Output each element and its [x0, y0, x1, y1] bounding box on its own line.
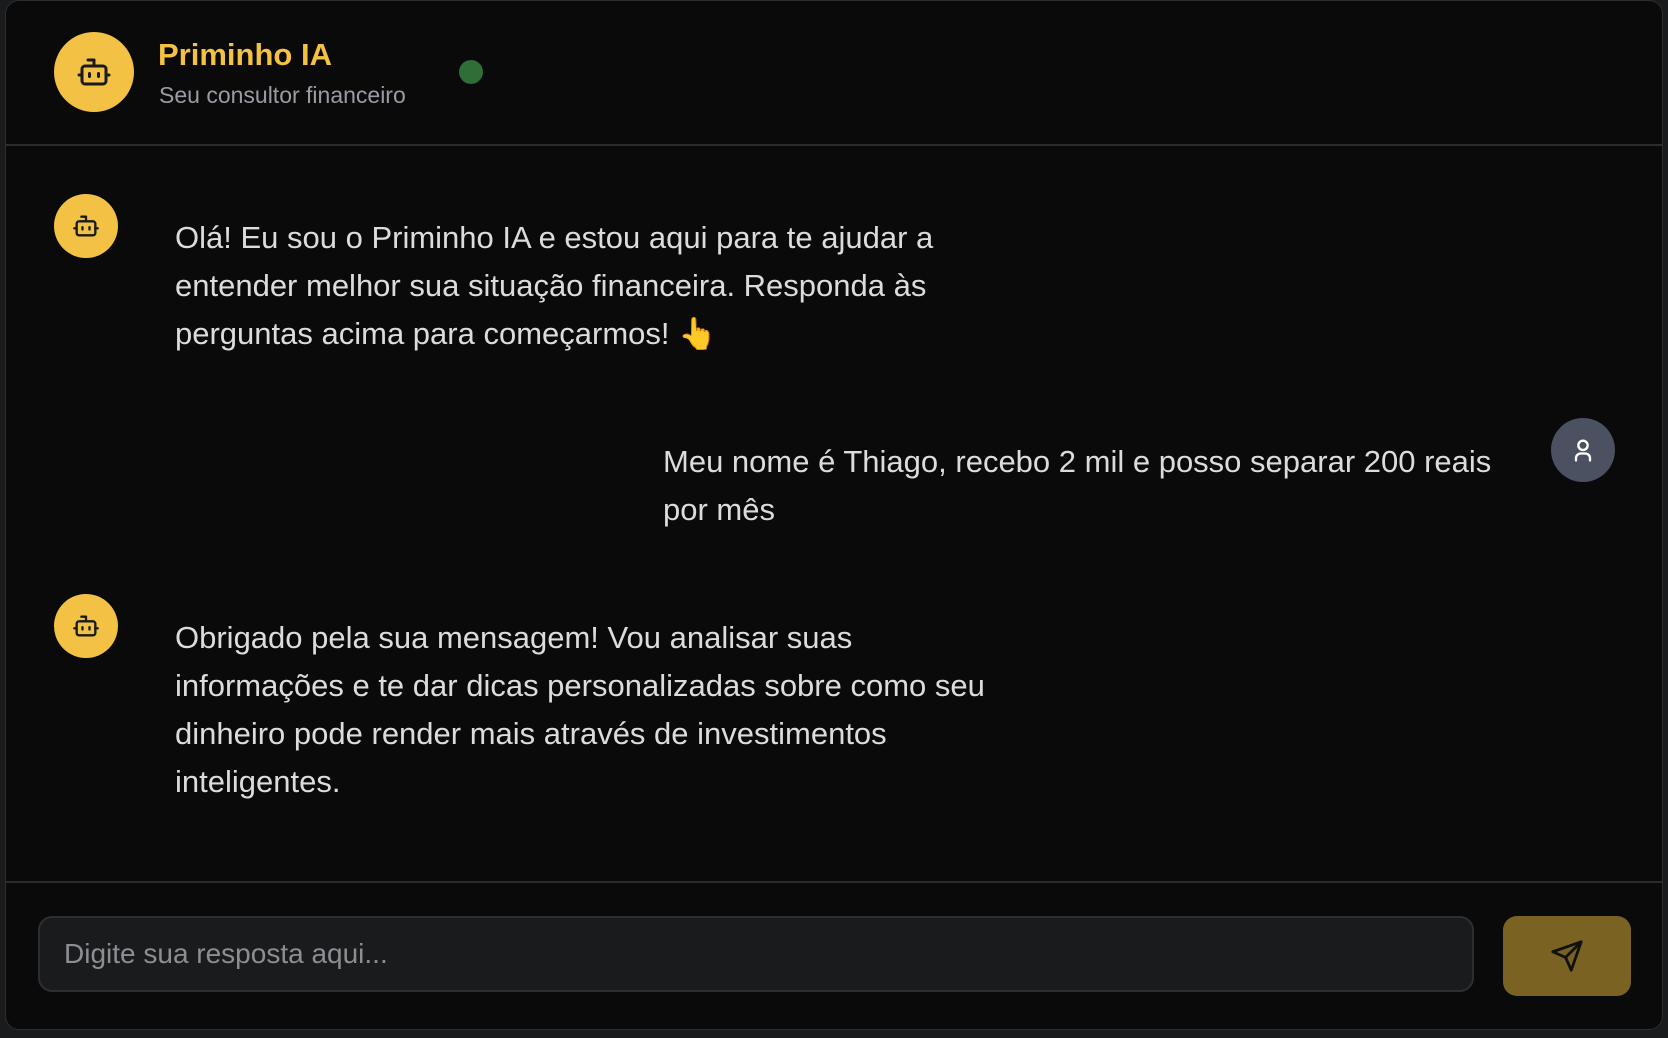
chat-window: Priminho IA Seu consultor financeiro Olá… — [5, 0, 1663, 1030]
message-input-wrapper — [38, 916, 1474, 992]
app-subtitle: Seu consultor financeiro — [159, 82, 406, 108]
assistant-avatar — [54, 32, 134, 112]
robot-icon — [73, 615, 99, 637]
bot-avatar — [54, 594, 118, 658]
chat-header: Priminho IA Seu consultor financeiro — [6, 1, 1662, 146]
robot-icon — [77, 58, 111, 86]
user-message: Meu nome é Thiago, recebo 2 mil e posso … — [663, 444, 1492, 527]
send-icon — [1551, 940, 1583, 972]
user-avatar — [1551, 418, 1615, 482]
bot-message: Obrigado pela sua mensagem! Vou analisar… — [175, 620, 985, 799]
bot-avatar — [54, 194, 118, 258]
message-list: Olá! Eu sou o Priminho IA e estou aqui p… — [6, 146, 1662, 881]
message-input[interactable] — [40, 918, 1472, 990]
online-status-indicator — [459, 60, 483, 84]
send-button[interactable] — [1503, 916, 1631, 996]
robot-icon — [73, 215, 99, 237]
user-icon — [1574, 439, 1592, 462]
message-composer — [6, 881, 1662, 1029]
bot-message: Olá! Eu sou o Priminho IA e estou aqui p… — [175, 220, 934, 351]
app-title: Priminho IA — [158, 37, 332, 72]
